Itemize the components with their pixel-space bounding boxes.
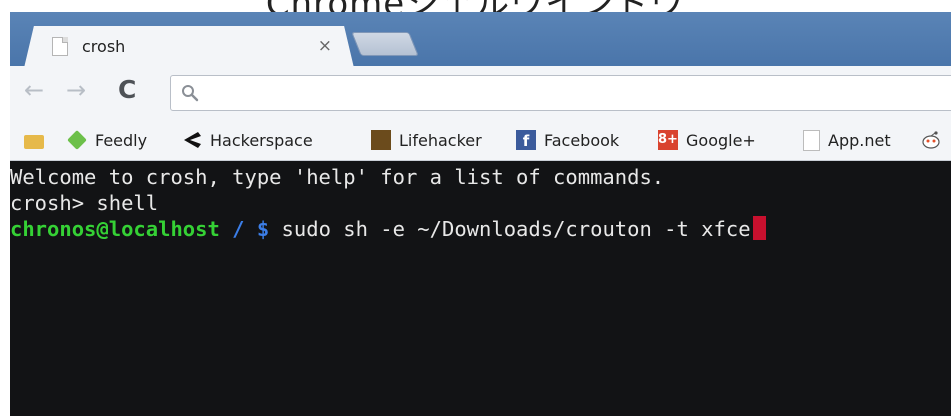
crosh-terminal[interactable]: Welcome to crosh, type 'help' for a list… (10, 161, 951, 416)
bookmark-facebook[interactable]: f Facebook (516, 129, 619, 151)
text-cursor (752, 216, 766, 240)
back-icon[interactable]: ← (24, 78, 44, 102)
prompt-path: / $ (219, 217, 270, 241)
reload-icon[interactable]: C (118, 77, 136, 103)
omnibox[interactable] (170, 75, 951, 111)
caption-text: Chromeシェルウインドウ (0, 0, 951, 12)
feedly-icon (67, 130, 87, 150)
bookmark-label: Feedly (95, 130, 148, 150)
terminal-line-welcome: Welcome to crosh, type 'help' for a list… (10, 165, 665, 189)
command-text: sudo sh -e ~/Downloads/crouton -t xfce (269, 217, 751, 241)
bookmark-folder[interactable] (24, 129, 52, 151)
toolbar: ← → C (10, 66, 951, 120)
caption: Chromeシェルウインドウ (0, 0, 951, 12)
browser-window: crosh × ← → C Feedly Hackerspace Lifehac… (10, 12, 951, 416)
hackerspace-icon (184, 132, 201, 148)
new-tab-button[interactable] (351, 32, 419, 56)
search-icon (182, 85, 199, 102)
close-icon[interactable]: × (318, 36, 332, 56)
folder-icon (24, 134, 44, 149)
bookmark-label: Facebook (544, 130, 620, 150)
prompt-user: chronos@localhost (10, 217, 220, 241)
google-plus-icon: 8+ (658, 130, 678, 150)
forward-icon[interactable]: → (66, 78, 86, 102)
page-icon (52, 37, 68, 56)
bookmark-feedly[interactable]: Feedly (67, 129, 147, 151)
bookmark-label: Lifehacker (399, 130, 482, 150)
bookmark-label: Google+ (686, 130, 756, 150)
tab-strip: crosh × (10, 12, 951, 68)
bookmark-label: App.net (828, 130, 891, 150)
lifehacker-icon (371, 130, 391, 150)
tab-crosh[interactable]: crosh × (24, 26, 354, 68)
reddit-icon (922, 131, 940, 149)
bookmark-google-plus[interactable]: 8+ Google+ (658, 129, 756, 151)
bookmark-hackerspace[interactable]: Hackerspace (182, 129, 313, 151)
bookmark-app-net[interactable]: App.net (803, 129, 891, 151)
bookmarks-bar: Feedly Hackerspace Lifehacker f Facebook… (10, 120, 951, 161)
page-icon (803, 129, 820, 151)
tab-title: crosh (82, 37, 126, 56)
terminal-line-crosh-prompt: crosh> shell (10, 191, 159, 215)
facebook-icon: f (516, 130, 536, 150)
bookmark-label: Hackerspace (210, 130, 313, 150)
bookmark-lifehacker[interactable]: Lifehacker (371, 129, 482, 151)
terminal-line-shell-command: chronos@localhost / $ sudo sh -e ~/Downl… (10, 216, 766, 242)
bookmark-reddit[interactable] (921, 129, 949, 151)
